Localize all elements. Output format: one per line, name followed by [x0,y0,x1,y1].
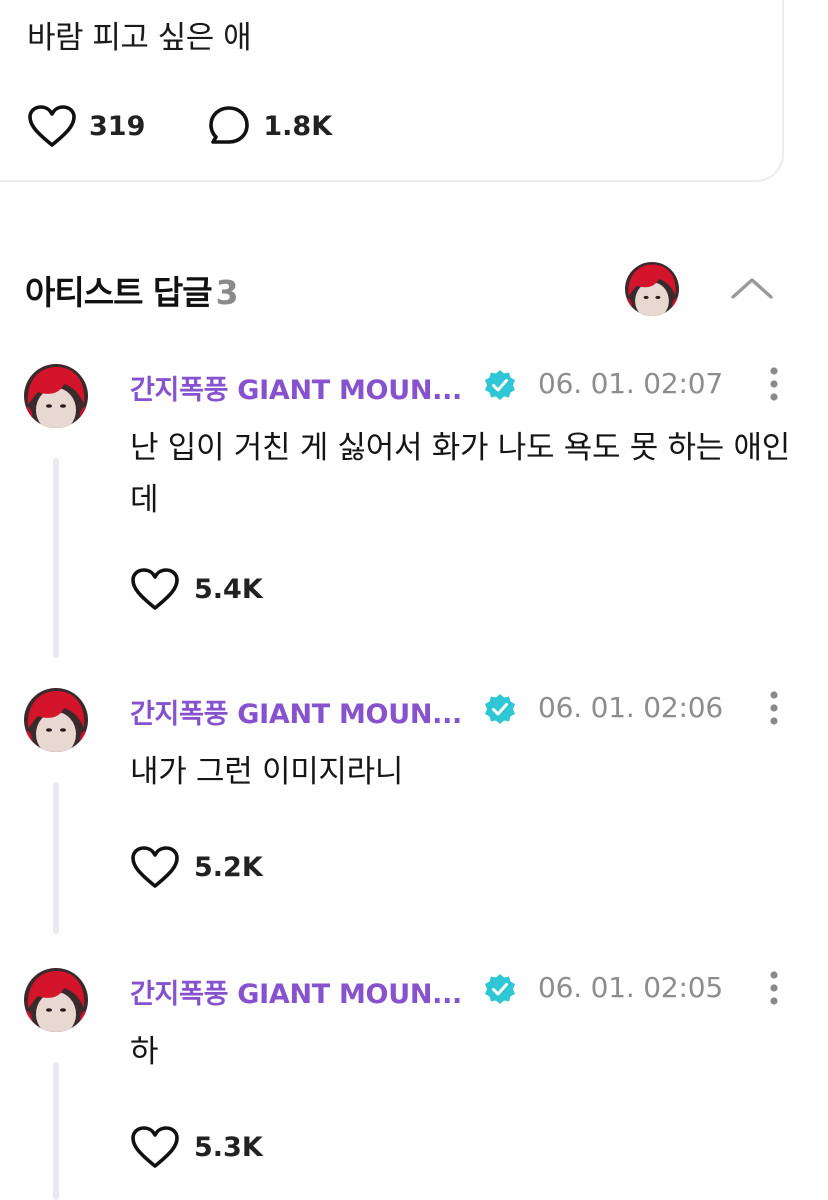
artist-avatar[interactable] [625,262,679,316]
collapse-button[interactable] [727,266,777,310]
thread-line [53,458,59,658]
more-options-button[interactable] [760,688,788,728]
heart-icon [130,1125,180,1169]
heart-icon [130,845,180,889]
post-text: 바람 피고 싶은 애 [27,20,252,56]
post-card: 바람 피고 싶은 애 319 1.8K [0,0,784,182]
more-vertical-icon [769,366,779,402]
more-options-button[interactable] [760,968,788,1008]
comment-author[interactable]: 간지폭풍 GIANT MOUN... [130,972,462,1011]
comment-like-button[interactable]: 5.3K [130,1124,263,1170]
artist-replies-header: 아티스트 답글 3 [25,262,815,316]
artist-replies-screen: 바람 피고 싶은 애 319 1.8K 아티스트 답글 3 간지폭풍 GIANT… [0,0,828,1200]
verified-badge-icon [484,973,516,1005]
comment-time: 06. 01. 02:06 [538,691,723,724]
comment-item: 간지폭풍 GIANT MOUN... 06. 01. 02:06 내가 그런 이… [0,688,828,948]
comment-text: 내가 그런 이미지라니 [130,754,404,790]
comment-like-button[interactable]: 5.4K [130,566,263,612]
post-actions: 319 1.8K [27,104,332,148]
avatar[interactable] [24,968,88,1032]
comment-like-count: 5.4K [194,573,263,605]
speech-bubble-icon [207,104,251,148]
comment-text: 하 [130,1034,159,1070]
section-count: 3 [215,273,239,312]
comment-author[interactable]: 간지폭풍 GIANT MOUN... [130,692,462,731]
comment-like-count: 5.2K [194,851,263,883]
heart-icon [130,567,180,611]
more-options-button[interactable] [760,364,788,404]
avatar[interactable] [24,688,88,752]
post-like-button[interactable]: 319 [27,104,145,148]
chevron-up-icon [730,276,774,300]
comment-like-button[interactable]: 5.2K [130,844,263,890]
post-reply-button[interactable]: 1.8K [207,104,332,148]
comment-time: 06. 01. 02:05 [538,971,723,1004]
more-vertical-icon [769,690,779,726]
comment-time: 06. 01. 02:07 [538,367,723,400]
post-reply-count: 1.8K [263,110,333,142]
comment-item: 간지폭풍 GIANT MOUN... 06. 01. 02:07 난 입이 거친… [0,364,828,664]
thread-line [53,1062,59,1200]
thread-line [53,782,59,934]
verified-badge-icon [484,369,516,401]
verified-badge-icon [484,693,516,725]
comment-author[interactable]: 간지폭풍 GIANT MOUN... [130,368,462,407]
avatar[interactable] [24,364,88,428]
more-vertical-icon [769,970,779,1006]
section-title: 아티스트 답글 3 [25,266,239,314]
section-title-text: 아티스트 답글 [25,273,213,312]
comment-item: 간지폭풍 GIANT MOUN... 06. 01. 02:05 하 5.3K [0,968,828,1200]
heart-icon [27,104,77,148]
comment-like-count: 5.3K [194,1131,263,1163]
comment-text: 난 입이 거친 게 싫어서 화가 나도 욕도 못 하는 애인데 [130,430,790,518]
post-like-count: 319 [89,110,146,142]
